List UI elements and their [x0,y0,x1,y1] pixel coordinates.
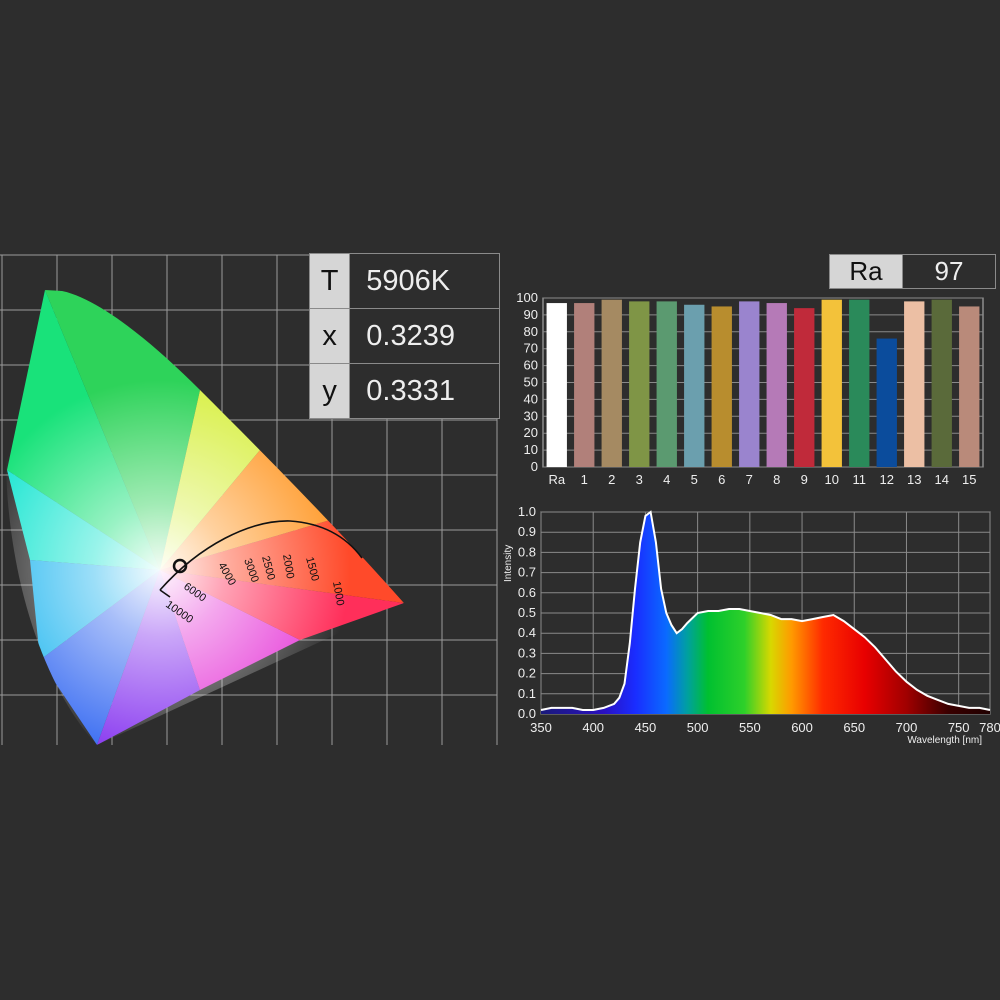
cri-x-tick-label: 2 [608,472,615,487]
ra-label: Ra [829,254,903,289]
spd-y-tick-label: 0.8 [518,544,536,559]
cri-y-tick-label: 60 [524,358,538,373]
cri-x-tick-label: 3 [636,472,643,487]
readout-row-cct: T 5906K [308,253,500,309]
cri-y-tick-label: 90 [524,307,538,322]
cri-bar [959,306,980,467]
spd-y-tick-label: 0.6 [518,585,536,600]
cri-x-tick-label: 4 [663,472,670,487]
spd-y-axis-title: Intensity [503,545,514,582]
cri-bar [574,303,595,467]
spd-y-tick-label: 0.5 [518,605,536,620]
cri-y-tick-label: 10 [524,442,538,457]
spd-y-tick-label: 0.4 [518,625,536,640]
cri-x-tick-label: 7 [746,472,753,487]
cri-y-tick-label: 100 [516,290,538,305]
spd-x-tick-label: 600 [791,720,813,735]
readout-key-cct: T [308,253,351,309]
cri-bar [794,308,815,467]
spd-y-tick-label: 0.0 [518,706,536,721]
spd-y-tick-label: 0.1 [518,686,536,701]
spd-x-tick-label: 780 [979,720,1000,735]
spd-x-tick-label: 700 [896,720,918,735]
spd-y-tick-label: 0.9 [518,524,536,539]
readout-row-y: y 0.3331 [308,363,500,419]
cri-bar [656,301,677,467]
cri-y-tick-label: 20 [524,425,538,440]
cri-x-tick-label: 6 [718,472,725,487]
spd-y-tick-label: 0.7 [518,565,536,580]
cri-bar [904,301,925,467]
cri-x-tick-label: 8 [773,472,780,487]
readout-row-x: x 0.3239 [308,308,500,364]
cri-bar [546,303,567,467]
cri-x-tick-label: 5 [691,472,698,487]
cri-bar [684,304,705,467]
spd-line [540,510,991,711]
spd-y-tick-label: 0.2 [518,666,536,681]
readout-key-x: x [308,308,351,364]
cri-bar [629,301,650,467]
cie-chromaticity-diagram: 1000060004000 30002500 2000 15001000 [0,254,498,745]
cri-bar [711,306,732,467]
cri-plot-area [542,297,984,468]
cri-bar [821,299,842,467]
spd-y-tick-label: 1.0 [518,504,536,519]
spd-x-tick-label: 350 [530,720,552,735]
spd-plot-area [540,511,991,715]
cri-y-tick-label: 50 [524,375,538,390]
cri-x-tick-label: 12 [880,472,894,487]
cri-bar [849,299,870,467]
readout-value-y: 0.3331 [349,363,500,419]
cri-x-tick-label: 9 [801,472,808,487]
cri-x-tick-label: Ra [548,472,565,487]
readout-value-x: 0.3239 [349,308,500,364]
cie-chromaticity-panel: 10000 6000 4000 3000 2500 2000 1500 1000 T 5906… [0,0,500,1000]
spd-x-tick-label: 500 [687,720,709,735]
spd-x-tick-label: 750 [948,720,970,735]
cri-y-tick-label: 80 [524,324,538,339]
cri-x-tick-label: 14 [935,472,949,487]
readout-value-cct: 5906K [349,253,500,309]
cri-bar [601,299,622,467]
cri-x-tick-label: 11 [853,472,867,487]
spd-x-tick-label: 550 [739,720,761,735]
cri-bar [766,303,787,467]
cri-bar [931,299,952,467]
cri-x-tick-label: 10 [825,472,839,487]
spd-area-fill [541,512,990,714]
cri-bar [876,338,897,467]
cri-x-tick-label: 15 [962,472,976,487]
ra-value: 97 [902,254,996,289]
spd-y-tick-label: 0.3 [518,645,536,660]
spd-x-tick-label: 450 [635,720,657,735]
cri-y-tick-label: 40 [524,391,538,406]
cri-y-tick-label: 30 [524,408,538,423]
cri-y-tick-label: 70 [524,341,538,356]
cri-ra-badge: Ra 97 [829,254,996,289]
cri-x-tick-label: 13 [907,472,921,487]
readout-key-y: y [308,363,351,419]
chromaticity-readout: T 5906K x 0.3239 y 0.3331 [308,253,500,419]
spd-x-tick-label: 650 [843,720,865,735]
cri-x-tick-label: 1 [581,472,588,487]
cri-bar [739,301,760,467]
spd-x-tick-label: 400 [582,720,604,735]
spd-x-axis-title: Wavelength [nm] [907,735,982,746]
cri-y-tick-label: 0 [531,459,538,474]
